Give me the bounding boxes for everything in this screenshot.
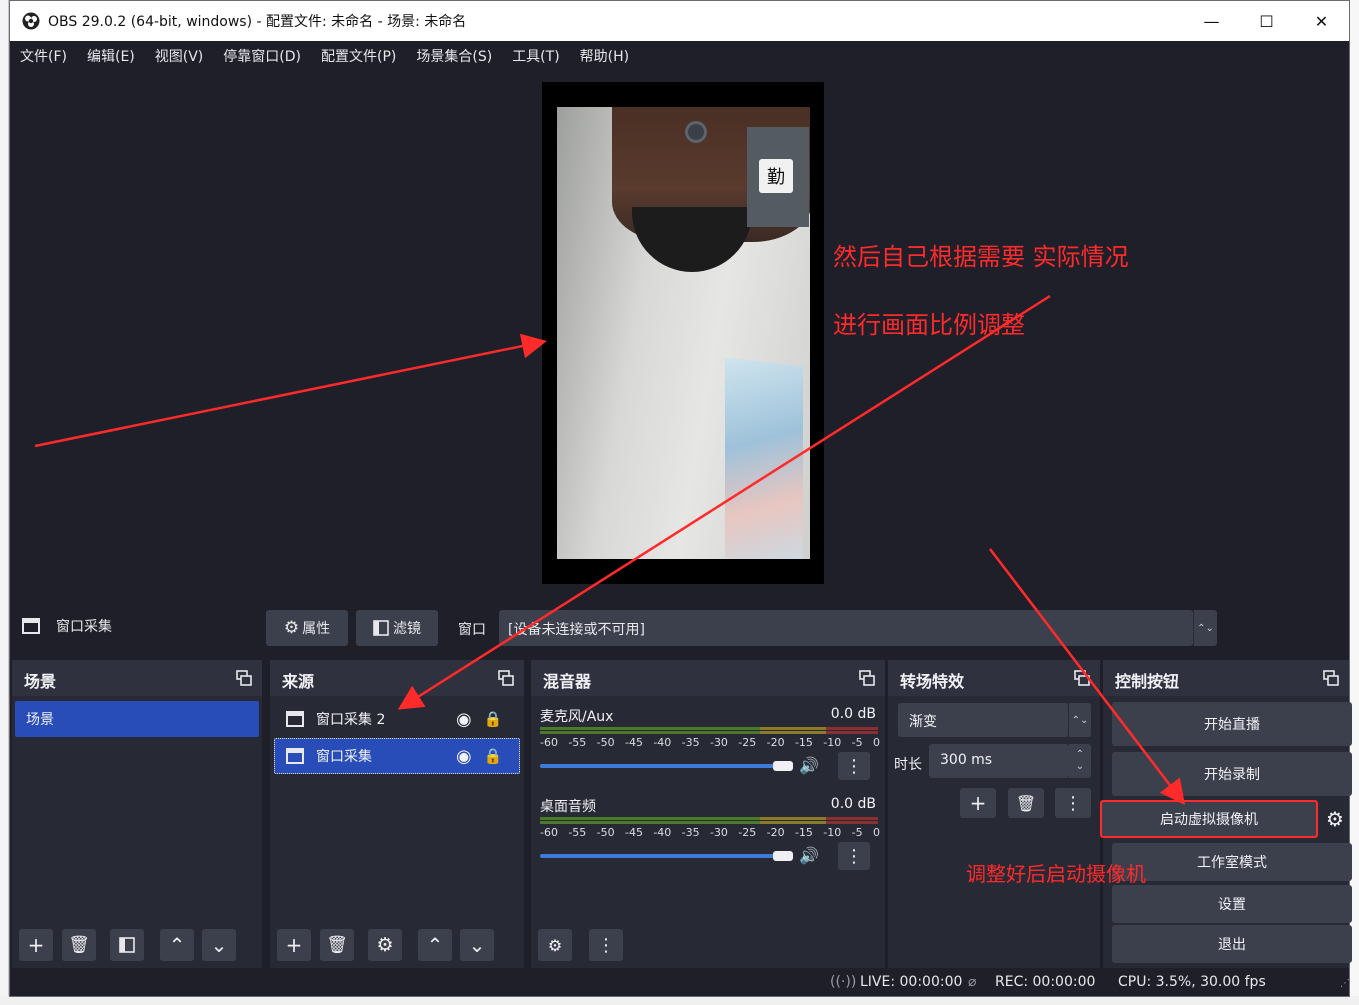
- annotation-arrows: [34, 294, 1186, 805]
- obs-window: OBS 29.0.2 (64-bit, windows) - 配置文件: 未命名…: [9, 0, 1352, 997]
- arrow-to-source: [397, 294, 1051, 710]
- desktop-background-bottom: [0, 996, 1359, 1005]
- desktop-background-left: [0, 0, 9, 1005]
- arrow-to-virtual-camera: [989, 548, 1186, 805]
- arrow-to-preview: [34, 333, 547, 448]
